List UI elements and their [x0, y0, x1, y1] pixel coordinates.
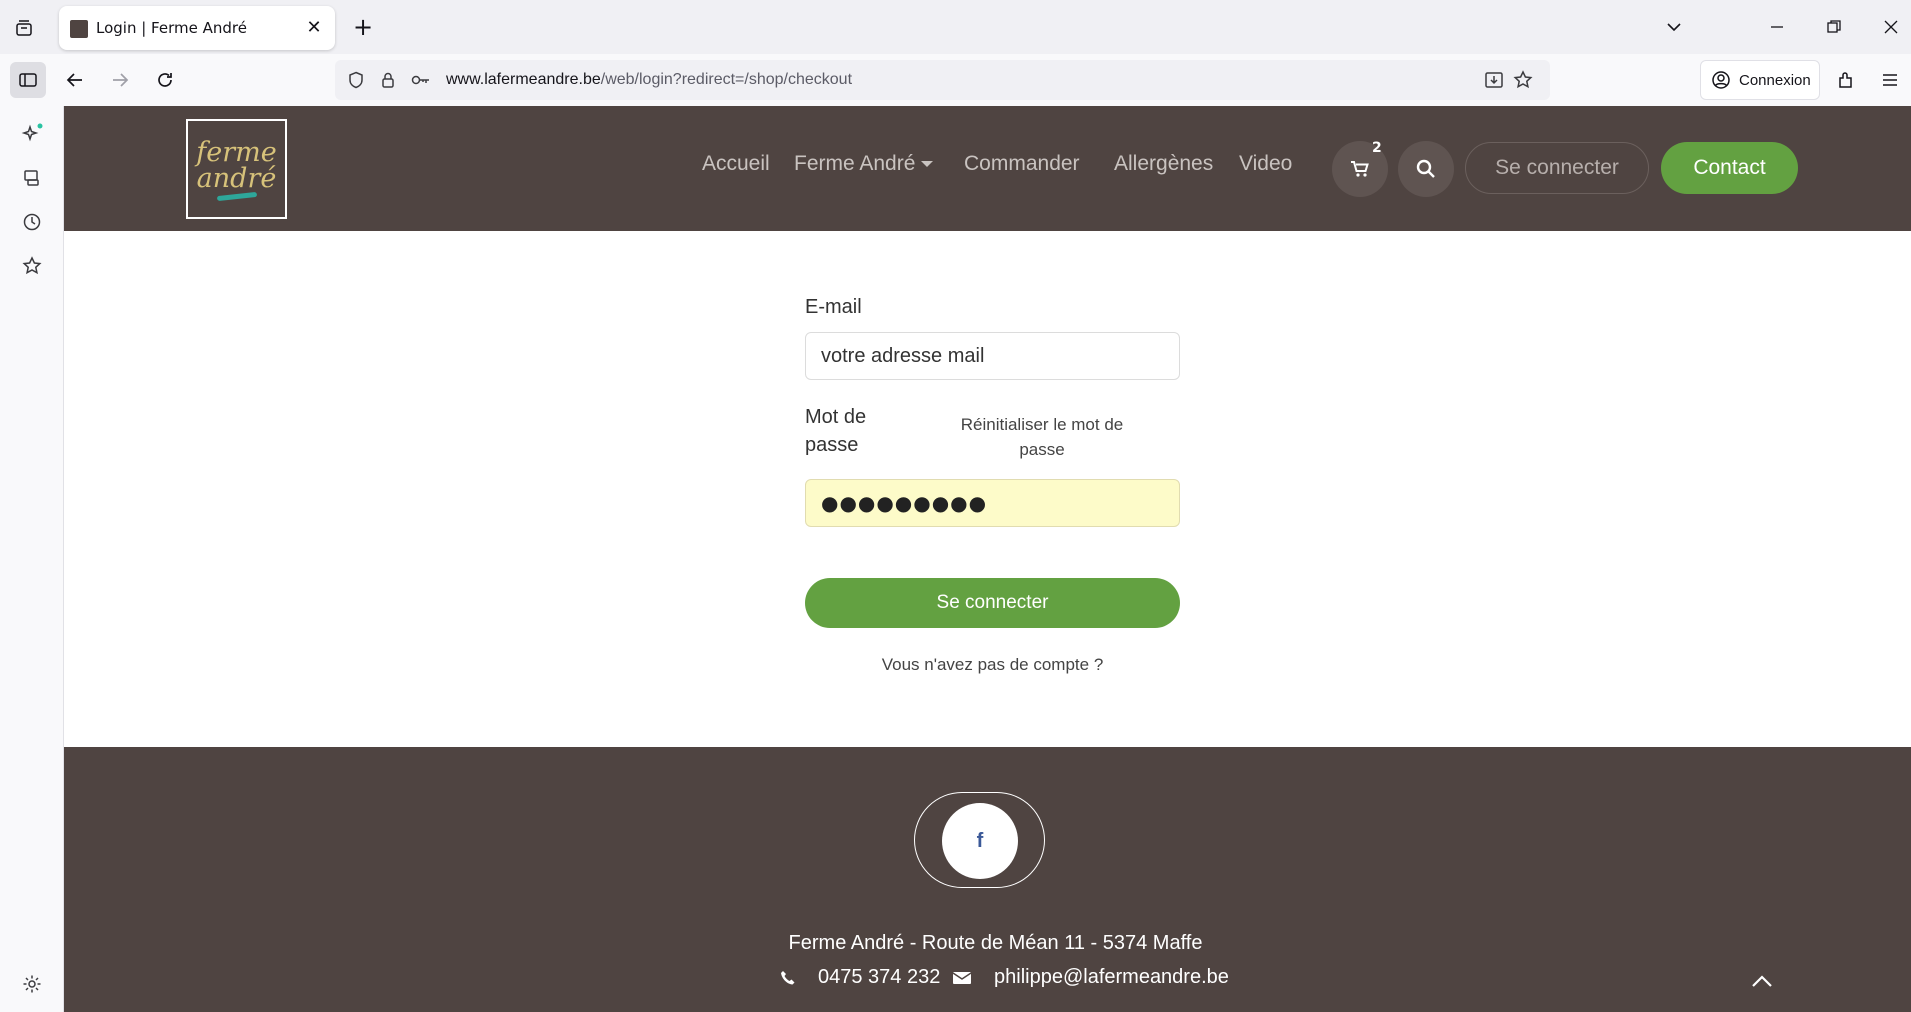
reset-password-link[interactable]: Réinitialiser le mot de passe — [952, 412, 1132, 462]
header-signin-button[interactable]: Se connecter — [1465, 142, 1649, 194]
tab-overflow-chevron-icon[interactable] — [1659, 12, 1689, 42]
search-icon — [1416, 159, 1435, 178]
footer-email-address: philippe@lafermeandre.be — [994, 966, 1229, 988]
nav-dropdown-ferme-andre[interactable]: Ferme André — [794, 152, 934, 176]
reload-icon[interactable] — [147, 62, 183, 98]
nav-link-allergenes[interactable]: Allergènes — [1114, 152, 1213, 176]
account-avatar-icon — [1712, 71, 1730, 89]
minimize-window-icon[interactable] — [1762, 12, 1792, 42]
history-clock-icon[interactable] — [18, 208, 46, 236]
password-field[interactable]: ●●●●●●●●● — [805, 479, 1180, 527]
tab-list-icon[interactable] — [10, 14, 38, 42]
back-to-top-chevron-icon[interactable] — [1746, 967, 1778, 995]
install-page-icon[interactable] — [1483, 69, 1505, 91]
shield-icon[interactable] — [345, 69, 367, 91]
browser-nav-bar: www.lafermeandre.be/web/login?redirect=/… — [0, 54, 1911, 106]
login-submit-button[interactable]: Se connecter — [805, 578, 1180, 628]
cart-icon — [1351, 161, 1369, 177]
email-label: E-mail — [805, 296, 862, 318]
menu-hamburger-icon[interactable] — [1872, 62, 1908, 98]
browser-tab-active[interactable]: Login | Ferme André ✕ — [59, 6, 335, 50]
bookmark-star-icon[interactable] — [1512, 69, 1534, 91]
signup-link[interactable]: Vous n'avez pas de compte ? — [805, 655, 1180, 675]
url-host: www.lafermeandre.be — [446, 71, 601, 88]
logo-text-line2: andré — [196, 162, 277, 194]
site-favicon-icon — [70, 20, 88, 38]
address-bar[interactable]: www.lafermeandre.be/web/login?redirect=/… — [335, 60, 1550, 100]
settings-gear-icon[interactable] — [18, 970, 46, 998]
envelope-icon — [952, 971, 972, 984]
extensions-icon[interactable] — [1828, 62, 1864, 98]
email-field[interactable]: votre adresse mail — [805, 332, 1180, 380]
back-arrow-icon[interactable] — [57, 62, 93, 98]
footer-phone[interactable]: 0475 374 232 — [780, 966, 940, 989]
url-path: /web/login?redirect=/shop/checkout — [600, 71, 853, 88]
web-page: ferme andré Accueil Ferme André Commande… — [64, 106, 1911, 1012]
logo-text-line1: ferme — [196, 136, 277, 168]
ai-sparkle-icon[interactable] — [18, 120, 46, 148]
password-label-line2: passe — [805, 434, 859, 456]
site-footer: f Ferme André - Route de Méan 11 - 5374 … — [64, 747, 1911, 1012]
browser-sidebar — [0, 106, 64, 1012]
cart-count-badge: 2 — [1372, 140, 1382, 156]
synced-tabs-icon[interactable] — [18, 164, 46, 192]
browser-tab-bar: Login | Ferme André ✕ + — [0, 0, 1911, 54]
password-label-line1: Mot de — [805, 406, 867, 428]
bookmarks-star-icon[interactable] — [18, 252, 46, 280]
dropdown-caret-icon — [921, 161, 934, 168]
search-button[interactable] — [1398, 141, 1454, 197]
site-header: ferme andré Accueil Ferme André Commande… — [64, 106, 1911, 231]
footer-phone-number: 0475 374 232 — [818, 966, 941, 988]
new-tab-button[interactable]: + — [349, 13, 377, 41]
footer-address: Ferme André - Route de Méan 11 - 5374 Ma… — [788, 932, 1203, 954]
tab-title: Login | Ferme André — [96, 19, 247, 37]
tab-close-icon[interactable]: ✕ — [303, 16, 325, 38]
nav-link-commander[interactable]: Commander — [964, 152, 1080, 176]
close-window-icon[interactable] — [1876, 12, 1906, 42]
phone-icon — [781, 970, 795, 984]
nav-link-accueil[interactable]: Accueil — [702, 152, 770, 176]
password-key-icon[interactable] — [410, 69, 432, 91]
contact-button[interactable]: Contact — [1661, 142, 1798, 194]
facebook-icon[interactable]: f — [942, 803, 1018, 879]
restore-window-icon[interactable] — [1819, 12, 1849, 42]
nav-link-video[interactable]: Video — [1239, 152, 1292, 176]
site-logo[interactable]: ferme andré — [186, 119, 287, 219]
nav-dropdown-label: Ferme André — [794, 152, 916, 175]
account-label: Connexion — [1739, 71, 1811, 89]
footer-email[interactable]: philippe@lafermeandre.be — [952, 966, 1229, 989]
forward-arrow-icon[interactable] — [102, 62, 138, 98]
url-text[interactable]: www.lafermeandre.be/web/login?redirect=/… — [446, 71, 852, 89]
account-button[interactable]: Connexion — [1700, 60, 1820, 100]
lock-icon[interactable] — [377, 69, 399, 91]
sidebar-toggle-icon[interactable] — [10, 62, 46, 98]
